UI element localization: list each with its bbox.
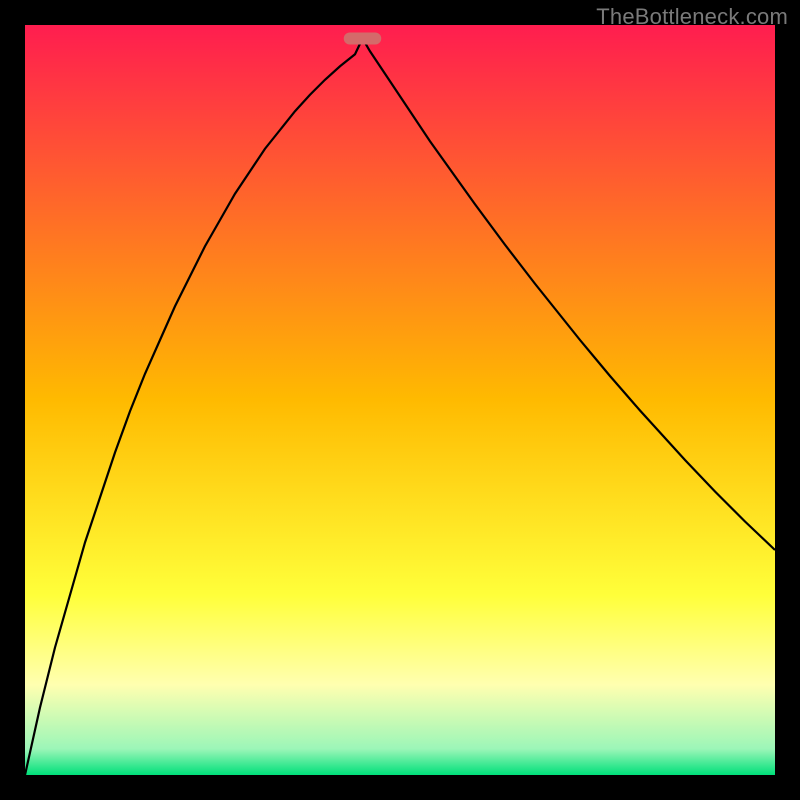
watermark-text: TheBottleneck.com xyxy=(596,4,788,30)
optimal-marker xyxy=(344,33,382,45)
chart-frame xyxy=(25,25,775,775)
chart-background xyxy=(25,25,775,775)
bottleneck-chart xyxy=(25,25,775,775)
